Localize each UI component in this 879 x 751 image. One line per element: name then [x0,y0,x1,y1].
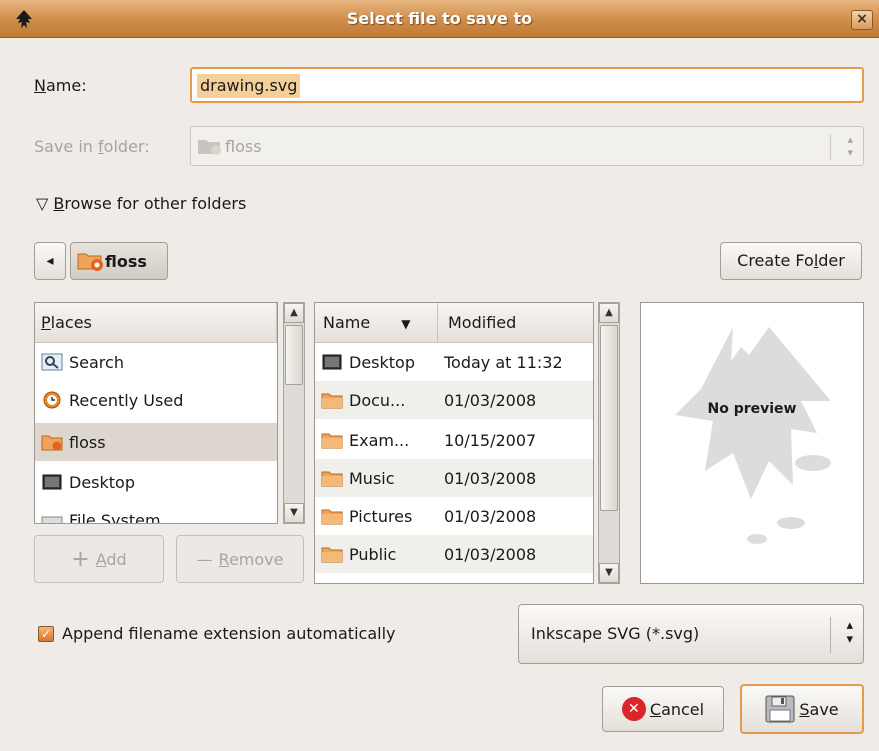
file-row[interactable]: Docu... 01/03/2008 [315,381,593,419]
spin-arrows-icon: ▴ ▾ [847,133,853,159]
file-name: Music [349,468,395,488]
file-row[interactable]: Pictures 01/03/2008 [315,497,593,535]
remove-place-button[interactable]: — Remove [176,535,304,583]
desktop-icon [322,354,342,370]
places-item-search[interactable]: Search [35,343,277,381]
filename-value: drawing.svg [197,74,301,98]
name-column-header[interactable]: Name ▼ [315,303,438,343]
file-name: Templ... [349,583,444,584]
file-modified: 01/03/2008 [444,583,536,584]
places-item-file-system[interactable]: File System [35,501,277,523]
file-name: Pictures [349,506,413,526]
file-modified: 01/03/2008 [444,544,537,564]
folder-icon [321,547,343,563]
search-icon [41,353,63,371]
home-folder-icon [77,253,103,271]
file-row[interactable]: Public 01/03/2008 [315,535,593,573]
drive-icon [41,516,63,523]
combo-separator [830,134,831,160]
desktop-icon [42,474,62,490]
sort-descending-icon: ▼ [401,317,411,331]
file-row[interactable]: Exam... 10/15/2007 [315,421,593,459]
file-modified: 10/15/2007 [444,430,537,450]
cancel-icon: ✕ [621,697,646,721]
places-panel: Places Search Recently Used floss Deskto… [34,302,278,524]
folder-icon [321,393,343,409]
title-bar: Select file to save to × [0,0,879,38]
path-button-floss[interactable]: floss [70,242,168,280]
add-icon: + [71,546,90,572]
file-name: Docu... [349,390,406,410]
remove-icon: — [196,549,213,569]
modified-column-header[interactable]: Modified [438,303,593,343]
file-type-value: Inkscape SVG (*.svg) [531,624,700,643]
files-scroll-thumb[interactable] [600,325,618,511]
home-folder-icon [41,435,63,451]
scroll-down-icon[interactable]: ▼ [284,503,304,523]
create-folder-button[interactable]: Create Folder [720,242,862,280]
folder-icon [321,471,343,487]
file-list-panel: Name ▼ Modified Desktop Today at 11:32 Doc… [314,302,594,584]
folder-icon [321,583,343,584]
places-scrollbar[interactable]: ▲ ▼ [283,302,305,524]
append-extension-checkbox[interactable]: ✓ Append filename extension automaticall… [38,624,395,643]
scroll-up-icon[interactable]: ▲ [599,303,619,323]
folder-icon [321,433,343,449]
file-type-combo[interactable]: Inkscape SVG (*.svg) ▴ ▾ [518,604,864,664]
save-in-folder-combo[interactable]: floss ▴ ▾ [190,126,864,166]
cancel-button[interactable]: ✕ Cancel [602,686,724,732]
spin-arrows-icon: ▴ ▾ [846,618,853,647]
arrow-left-icon: ◂ [46,253,54,269]
places-item-floss[interactable]: floss [35,423,277,461]
path-back-button[interactable]: ◂ [34,242,66,280]
preview-panel: No preview [640,302,864,584]
recent-icon [43,391,61,409]
file-modified: 01/03/2008 [444,468,537,488]
expander-triangle-icon: ▽ [36,194,49,213]
append-extension-label: Append filename extension automatically [62,624,396,643]
file-modified: Today at 11:32 [444,352,563,372]
inkscape-logo-icon [675,327,831,544]
close-button[interactable]: × [851,10,873,30]
checkbox-checked-icon[interactable]: ✓ [38,625,54,642]
file-name: Exam... [349,430,410,450]
places-item-desktop[interactable]: Desktop [35,463,277,501]
file-name: Public [349,544,397,564]
window-title: Select file to save to [346,9,533,28]
add-place-button[interactable]: + Add [34,535,164,583]
filename-input[interactable]: drawing.svg [190,67,864,103]
file-name: Desktop [349,352,415,372]
places-header[interactable]: Places [35,303,277,343]
scroll-up-icon[interactable]: ▲ [284,303,304,323]
file-modified: 01/03/2008 [444,390,537,410]
file-row[interactable]: Desktop Today at 11:32 [315,343,593,381]
save-button[interactable]: Save [740,684,864,734]
name-label: Name: [34,76,87,95]
save-in-folder-value: floss [225,136,262,156]
places-scroll-thumb[interactable] [285,325,303,385]
folder-icon [321,509,343,525]
combo-separator [830,617,831,653]
home-folder-icon [198,140,221,155]
files-scrollbar[interactable]: ▲ ▼ [598,302,620,584]
scroll-down-icon[interactable]: ▼ [599,563,619,583]
file-row[interactable]: Music 01/03/2008 [315,459,593,497]
file-modified: 01/03/2008 [444,506,537,526]
floppy-disk-icon [765,695,795,723]
browse-expander[interactable]: ▽ Browse for other folders [36,194,246,213]
save-in-folder-label: Save in folder: [34,137,150,156]
close-icon: × [856,11,868,27]
file-row[interactable]: Templ...01/03/2008 [315,573,593,584]
places-item-recently-used[interactable]: Recently Used [35,381,277,419]
no-preview-text: No preview [707,401,797,417]
